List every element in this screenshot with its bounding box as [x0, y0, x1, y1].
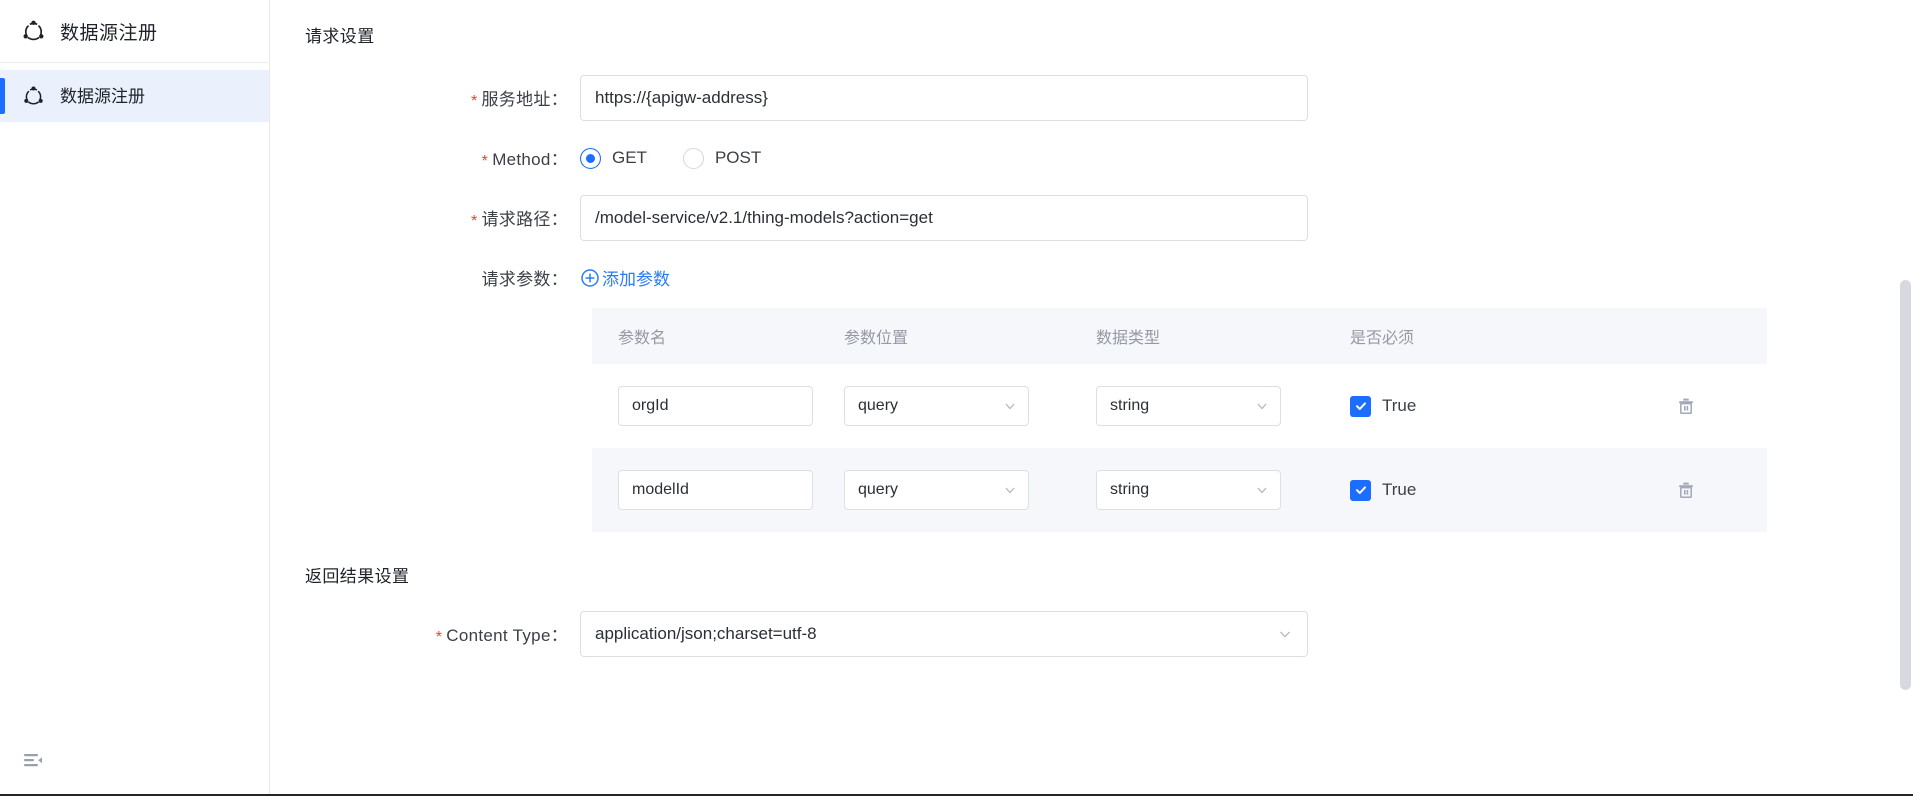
datasource-icon [20, 18, 46, 44]
param-position-select[interactable]: query [844, 470, 1029, 510]
required-asterisk: * [435, 629, 443, 646]
chevron-down-icon [1277, 626, 1293, 642]
service-address-label-text: 服务地址： [481, 90, 568, 109]
param-position-value: query [858, 481, 899, 498]
field-content-type: * Content Type： application/json;charset=… [305, 611, 1913, 657]
plus-circle-icon [580, 268, 599, 287]
chevron-down-icon [1003, 399, 1017, 413]
content-type-label: * Content Type： [305, 621, 580, 647]
table-header-row: 参数名 参数位置 数据类型 是否必须 [592, 308, 1767, 364]
method-radio-get-label: GET [612, 148, 647, 167]
param-position-value: query [858, 397, 899, 414]
param-position-select[interactable]: query [844, 386, 1029, 426]
content-type-value: application/json;charset=utf-8 [595, 624, 817, 643]
sidebar-item-label: 数据源注册 [60, 86, 145, 106]
column-header-data-type: 数据类型 [1096, 330, 1161, 347]
param-name-cell [592, 470, 844, 510]
table-row: query string [592, 364, 1767, 448]
service-address-label: * 服务地址： [305, 85, 580, 111]
chevron-down-icon [1255, 399, 1269, 413]
method-radio-post-label: POST [714, 148, 762, 167]
required-asterisk: * [470, 93, 478, 110]
result-settings-title: 返回结果设置 [305, 567, 410, 586]
param-name-input[interactable] [618, 386, 813, 426]
menu-fold-icon[interactable] [18, 746, 48, 776]
field-method: * Method： GET POST [305, 145, 1913, 171]
param-required-checkbox-wrap: True [1350, 479, 1604, 501]
sidebar-nav: 数据源注册 [0, 63, 269, 122]
app-root: 数据源注册 数据源注册 请求设置 * 服务地址： https://{apigw-… [0, 0, 1913, 796]
param-data-type-select[interactable]: string [1096, 470, 1281, 510]
method-radio-post[interactable]: POST [682, 147, 762, 169]
method-label-text: Method： [492, 150, 568, 169]
sidebar: 数据源注册 数据源注册 [0, 0, 270, 796]
required-asterisk: * [481, 153, 489, 170]
content-scrollbar-thumb[interactable] [1900, 280, 1911, 690]
parameters-table: 参数名 参数位置 数据类型 是否必须 query [592, 308, 1767, 532]
param-required-cell: True [1350, 395, 1604, 417]
content-type-label-text: Content Type： [446, 626, 568, 645]
sidebar-brand: 数据源注册 [0, 0, 269, 63]
param-required-label: True [1382, 396, 1417, 415]
table-row: query string [592, 448, 1767, 532]
field-request-params: 请求参数： 添加参数 [305, 265, 1913, 290]
param-required-checkbox[interactable] [1350, 479, 1371, 501]
method-radio-get[interactable]: GET [580, 147, 647, 169]
chevron-down-icon [1003, 483, 1017, 497]
chevron-down-icon [1255, 483, 1269, 497]
param-required-cell: True [1350, 479, 1604, 501]
sidebar-item-datasource-registration[interactable]: 数据源注册 [0, 70, 269, 122]
column-header-param-position: 参数位置 [844, 330, 909, 347]
param-data-type-cell: string [1096, 470, 1350, 510]
param-name-input[interactable] [618, 470, 813, 510]
brand-title: 数据源注册 [60, 22, 158, 44]
request-params-label: 请求参数： [481, 270, 568, 289]
trash-icon[interactable] [1671, 475, 1701, 505]
radio-unselected-icon [682, 147, 704, 169]
request-settings-title: 请求设置 [305, 27, 375, 46]
add-parameter-label: 添加参数 [602, 270, 670, 289]
request-path-label: * 请求路径： [305, 205, 580, 231]
param-required-label: True [1382, 480, 1417, 499]
radio-selected-icon [580, 147, 601, 169]
param-required-checkbox-wrap: True [1350, 395, 1604, 417]
trash-icon[interactable] [1671, 391, 1701, 421]
param-data-type-select[interactable]: string [1096, 386, 1281, 426]
main-content: 请求设置 *服务地址： *Method： GET POST [270, 0, 1913, 796]
request-path-input[interactable] [580, 195, 1308, 241]
param-name-cell [592, 386, 844, 426]
request-path-label-text: 请求路径： [481, 210, 568, 229]
add-parameter-button[interactable]: 添加参数 [580, 265, 670, 290]
column-header-required: 是否必须 [1350, 330, 1415, 347]
field-service-address: * 服务地址： [305, 75, 1913, 121]
required-asterisk: * [470, 213, 478, 230]
method-label: * Method： [305, 145, 580, 171]
column-header-param-name: 参数名 [618, 330, 667, 347]
sidebar-footer [0, 726, 269, 796]
param-data-type-cell: string [1096, 386, 1350, 426]
param-position-cell: query [844, 386, 1096, 426]
content-scrollbar-track[interactable] [1898, 0, 1913, 796]
content-type-select[interactable]: application/json;charset=utf-8 [580, 611, 1308, 657]
field-request-path: * 请求路径： [305, 195, 1913, 241]
param-data-type-value: string [1110, 397, 1150, 414]
datasource-icon [20, 83, 46, 109]
param-data-type-value: string [1110, 481, 1150, 498]
param-required-checkbox[interactable] [1350, 395, 1371, 417]
service-address-input[interactable] [580, 75, 1308, 121]
param-position-cell: query [844, 470, 1096, 510]
param-actions-cell [1604, 391, 1767, 421]
method-radio-group: GET POST [580, 147, 762, 169]
param-actions-cell [1604, 475, 1767, 505]
